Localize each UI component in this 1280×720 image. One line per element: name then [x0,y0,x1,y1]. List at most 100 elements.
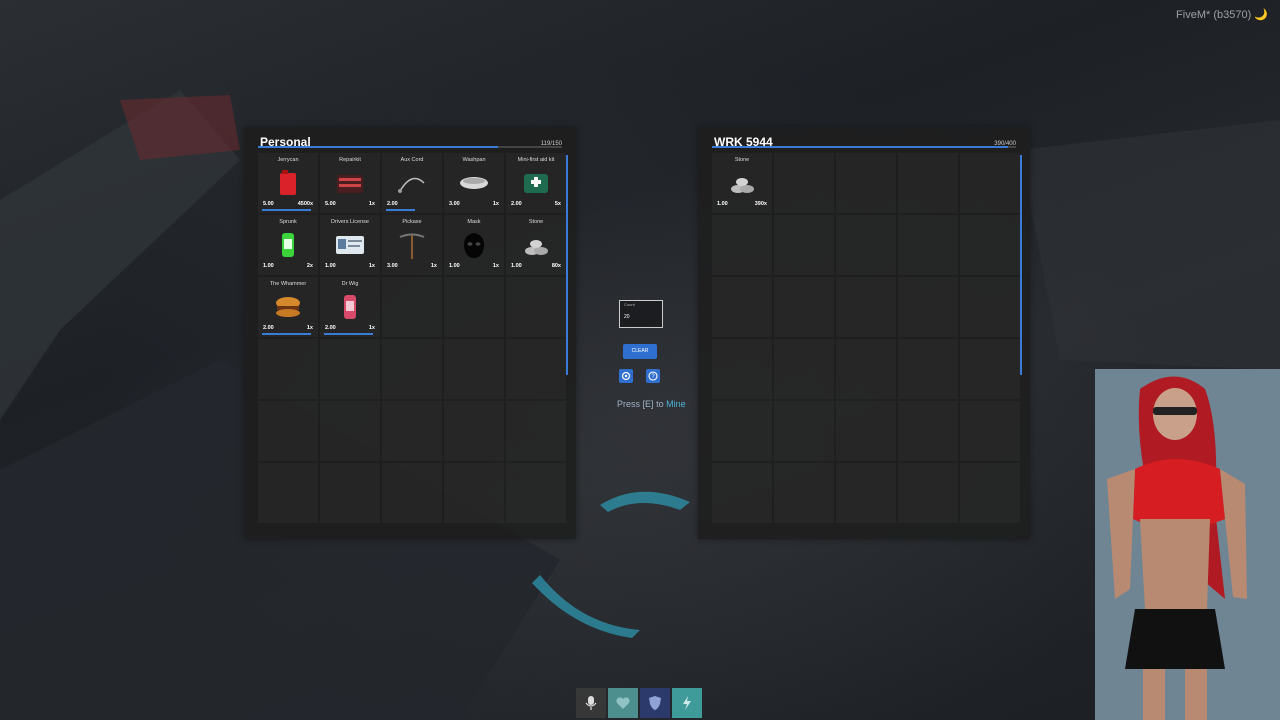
inventory-slot[interactable]: Sprunk 1.00 2x [258,215,318,275]
armor-status [640,688,670,718]
inventory-slot[interactable] [258,339,318,399]
stamina-status [672,688,702,718]
character-image [1095,369,1280,720]
inventory-slot[interactable]: Stone 1.00 80x [506,215,566,275]
inventory-slot[interactable]: Pickaxe 3.00 1x [382,215,442,275]
durability-bar [324,333,376,335]
inventory-slot[interactable] [506,401,566,461]
prompt-press: Press [617,399,641,409]
other-inventory-panel: WRK 5944 390/400 Stone 1.00 390x [698,127,1030,539]
drivers-license-icon [336,236,364,254]
inventory-slot[interactable] [382,277,442,337]
inventory-slot[interactable]: Stone 1.00 390x [712,153,772,213]
inventory-slot[interactable] [382,339,442,399]
inventory-slot[interactable] [960,339,1020,399]
inventory-slot[interactable] [712,401,772,461]
inventory-slot[interactable] [444,463,504,523]
jerrycan-icon [280,170,296,195]
inventory-slot[interactable] [320,339,380,399]
item-name: Mini-first aid kit [517,157,555,163]
scrollbar[interactable] [1020,155,1022,375]
personal-weight-bar [258,146,562,148]
inventory-slot[interactable]: Dr Wig 2.00 1x [320,277,380,337]
inventory-slot[interactable] [836,215,896,275]
inventory-slot[interactable] [898,277,958,337]
inventory-slot[interactable]: The Whammer 2.00 1x [258,277,318,337]
inventory-slot[interactable] [506,463,566,523]
inventory-slot[interactable] [774,153,834,213]
inventory-slot[interactable] [960,215,1020,275]
item-weight: 2.00 [511,201,522,207]
settings-button[interactable] [619,369,633,383]
help-button[interactable]: ? [646,369,660,383]
pickaxe-icon [399,233,425,259]
item-name: Sprunk [279,219,297,225]
inventory-slot[interactable] [898,463,958,523]
inventory-slot[interactable] [320,401,380,461]
inventory-slot[interactable]: Drivers License 1.00 1x [320,215,380,275]
inventory-slot[interactable] [898,401,958,461]
clear-button[interactable]: CLEAR [623,344,657,359]
inventory-slot[interactable] [836,277,896,337]
inventory-slot[interactable]: Aux Cord 2.00 [382,153,442,213]
inventory-slot[interactable] [774,401,834,461]
inventory-grid: Stone 1.00 390x [712,153,1020,525]
inventory-slot[interactable] [444,339,504,399]
item-name: Dr Wig [341,281,359,287]
item-weight: 5.00 [325,201,336,207]
item-weight: 5.00 [263,201,274,207]
item-weight: 1.00 [717,201,728,207]
inventory-slot[interactable]: Washpan 3.00 1x [444,153,504,213]
item-count: 80x [551,263,561,269]
count-input[interactable]: Count 20 [619,300,663,328]
inventory-slot[interactable] [444,401,504,461]
inventory-slot[interactable] [836,153,896,213]
inventory-slot[interactable] [960,277,1020,337]
inventory-slot[interactable] [836,463,896,523]
inventory-slot[interactable] [712,463,772,523]
item-name: Pickaxe [402,219,422,225]
inventory-slot[interactable] [258,463,318,523]
burger-icon [276,297,300,317]
inventory-slot[interactable] [774,339,834,399]
inventory-slot[interactable] [712,339,772,399]
inventory-slot[interactable] [320,463,380,523]
inventory-slot[interactable]: Mini-first aid kit 2.00 5x [506,153,566,213]
inventory-slot[interactable] [506,277,566,337]
inventory-slot[interactable]: Mask 1.00 1x [444,215,504,275]
inventory-slot[interactable] [444,277,504,337]
item-count: 1x [492,201,499,207]
item-name: Drivers License [331,219,369,225]
repairkit-icon [337,175,363,193]
item-name: Stone [528,219,544,225]
inventory-slot[interactable] [774,463,834,523]
inventory-slot[interactable] [258,401,318,461]
microphone-icon [585,696,597,710]
durability-bar [386,209,438,211]
inventory-slot[interactable] [898,339,958,399]
durability-fill [324,333,374,335]
inventory-slot[interactable]: Jerrycan 5.00 4500x [258,153,318,213]
inventory-slot[interactable] [960,401,1020,461]
inventory-slot[interactable] [898,215,958,275]
item-count: 1x [368,201,375,207]
scrollbar[interactable] [566,155,568,375]
inventory-slot[interactable] [836,339,896,399]
inventory-slot[interactable]: Repairkit 5.00 1x [320,153,380,213]
inventory-slot[interactable] [836,401,896,461]
inventory-slot[interactable] [712,277,772,337]
inventory-slot[interactable] [712,215,772,275]
inventory-slot[interactable] [382,401,442,461]
inventory-slot[interactable] [382,463,442,523]
first-aid-kit-icon [524,174,548,193]
inventory-slot[interactable] [506,339,566,399]
item-weight: 1.00 [449,263,460,269]
inventory-slot[interactable] [960,153,1020,213]
inventory-slot[interactable] [960,463,1020,523]
inventory-slot[interactable] [774,277,834,337]
inventory-slot[interactable] [774,215,834,275]
item-weight: 1.00 [263,263,274,269]
inventory-slot[interactable] [898,153,958,213]
item-count: 1x [430,263,437,269]
item-name: Repairkit [339,157,361,163]
